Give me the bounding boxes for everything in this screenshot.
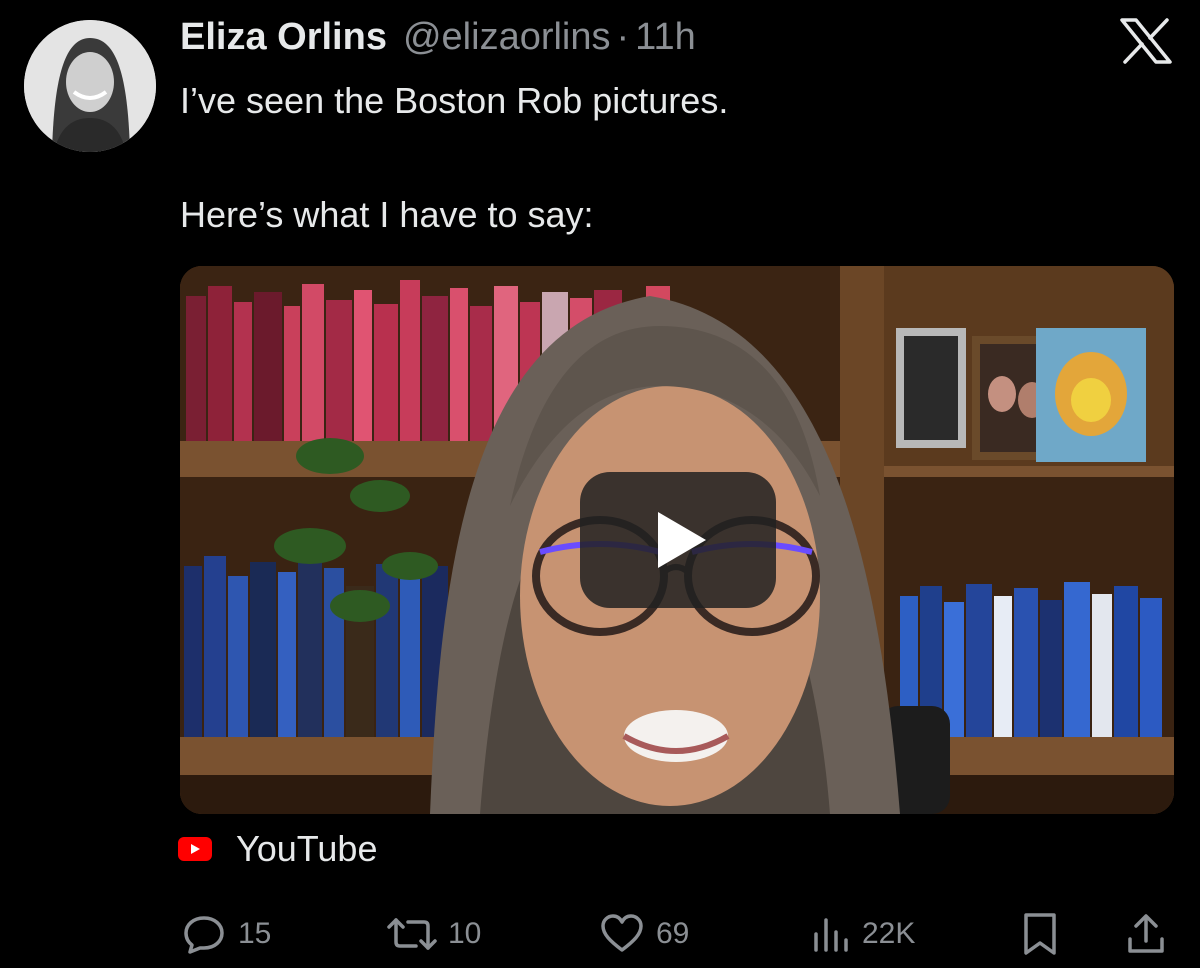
media-source[interactable]: YouTube bbox=[178, 828, 377, 870]
tweet-timestamp[interactable]: 11h bbox=[635, 16, 696, 59]
heart-icon bbox=[601, 914, 643, 952]
media-source-label: YouTube bbox=[236, 828, 378, 869]
author-name[interactable]: Eliza Orlins bbox=[180, 16, 387, 59]
header-separator: · bbox=[616, 16, 630, 58]
retweet-arrows-icon bbox=[387, 918, 437, 950]
share-upload-icon bbox=[1128, 914, 1164, 953]
tweet-action-bar: 15 10 69 22K bbox=[0, 906, 1200, 962]
views-button[interactable]: 22K bbox=[808, 906, 915, 962]
bookmark-icon bbox=[1024, 913, 1056, 955]
retweet-count: 10 bbox=[448, 917, 482, 950]
bar-chart-icon bbox=[814, 918, 848, 952]
x-logo-icon bbox=[1120, 18, 1172, 64]
like-count: 69 bbox=[656, 917, 690, 950]
speech-bubble-icon bbox=[184, 916, 224, 954]
video-card[interactable] bbox=[180, 266, 1174, 814]
play-button-icon[interactable] bbox=[580, 472, 776, 608]
avatar-image bbox=[24, 20, 156, 152]
author-handle[interactable]: @elizaorlins bbox=[403, 16, 611, 59]
youtube-logo-icon bbox=[178, 837, 212, 861]
tweet-header: Eliza Orlins @elizaorlins · 11h bbox=[180, 16, 1080, 59]
like-button[interactable]: 69 bbox=[598, 906, 689, 962]
bookmark-button[interactable] bbox=[1018, 906, 1072, 962]
view-count: 22K bbox=[862, 917, 916, 950]
share-button[interactable] bbox=[1124, 906, 1178, 962]
author-avatar[interactable] bbox=[24, 20, 156, 152]
reply-count: 15 bbox=[238, 917, 272, 950]
tweet-text-line-1: I’ve seen the Boston Rob pictures. bbox=[180, 80, 729, 121]
retweet-button[interactable]: 10 bbox=[386, 906, 481, 962]
tweet-text-line-2: Here’s what I have to say: bbox=[180, 194, 594, 235]
reply-button[interactable]: 15 bbox=[180, 906, 271, 962]
